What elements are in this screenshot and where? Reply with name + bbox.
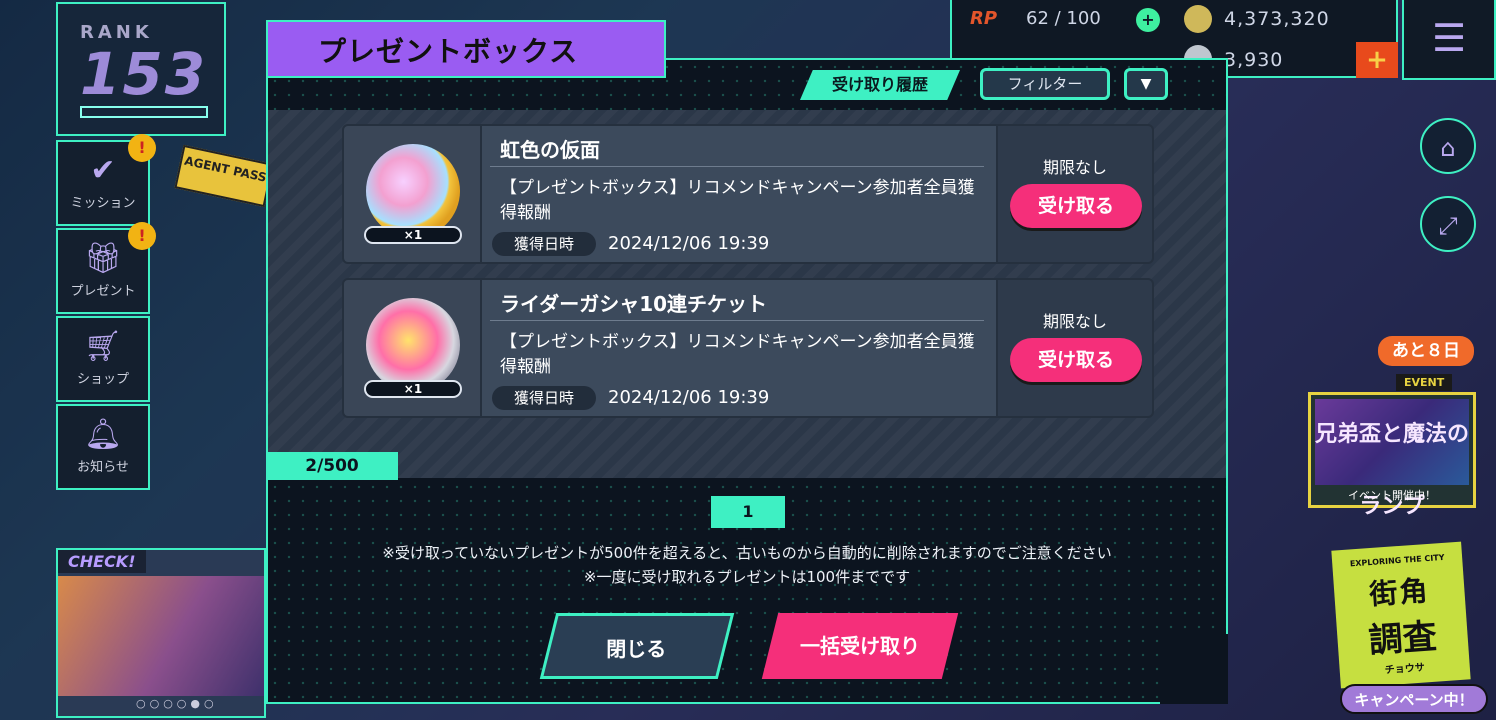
- note-receive-limit: ※一度に受け取れるプレゼントは100件までです: [583, 568, 911, 586]
- item-icon-box: ×1: [342, 124, 482, 264]
- item-actions: 期限なし 受け取る: [996, 278, 1154, 418]
- alert-badge: !: [128, 222, 156, 250]
- alert-badge: !: [128, 134, 156, 162]
- item-quantity: ×1: [364, 380, 462, 398]
- expiry-label: 期限なし: [1042, 312, 1107, 331]
- mask-icon: [366, 144, 460, 238]
- close-button[interactable]: 閉じる: [539, 613, 735, 679]
- rp-value: 62 / 100: [1026, 8, 1101, 29]
- close-button-label: 閉じる: [606, 637, 667, 661]
- history-button[interactable]: 受け取り履歴: [800, 70, 960, 100]
- receive-button[interactable]: 受け取る: [1010, 338, 1142, 382]
- item-description: 【プレゼントボックス】リコメンドキャンペーン参加者全員獲得報酬: [500, 178, 975, 223]
- divider: [490, 320, 984, 321]
- list-item: ×1 虹色の仮面 【プレゼントボックス】リコメンドキャンペーン参加者全員獲得報酬…: [342, 124, 1154, 264]
- event-title: 兄弟盃と魔法のランプ: [1315, 399, 1469, 519]
- carousel-dots[interactable]: ○○○○●○: [136, 697, 218, 710]
- gem-plus-button[interactable]: +: [1356, 42, 1398, 78]
- bell-icon: 🔔︎: [83, 417, 123, 452]
- cart-icon: 🛒︎: [83, 329, 123, 364]
- city-campaign-banner[interactable]: EXPLORING THE CITY 街角 調査 チョウサ: [1331, 541, 1471, 689]
- page-number[interactable]: 1: [711, 496, 785, 528]
- sort-dropdown-button[interactable]: ▼: [1124, 68, 1168, 100]
- item-quantity: ×1: [364, 226, 462, 244]
- sidebar-item-shop[interactable]: 🛒︎ ショップ: [56, 316, 150, 402]
- date-label: 獲得日時: [492, 386, 596, 410]
- home-settings-icon[interactable]: ⌂: [1420, 118, 1476, 174]
- expand-icon[interactable]: ⤢: [1420, 196, 1476, 252]
- sidebar-item-news[interactable]: 🔔︎ お知らせ: [56, 404, 150, 490]
- modal-title-tab: プレゼントボックス: [266, 20, 666, 78]
- menu-icon[interactable]: ☰: [1402, 0, 1496, 80]
- sidebar-item-mission[interactable]: ✔ ミッション !: [56, 134, 156, 226]
- gem-value: 3,930: [1224, 49, 1284, 71]
- date-label: 獲得日時: [492, 232, 596, 256]
- list-item: ×1 ライダーガシャ10連チケット 【プレゼントボックス】リコメンドキャンペーン…: [342, 278, 1154, 418]
- event-banner[interactable]: 兄弟盃と魔法のランプ イベント開催中！: [1308, 392, 1476, 519]
- present-count: 2/500: [266, 452, 398, 480]
- ticket-icon: [366, 298, 460, 392]
- rank-panel: RANK 153: [56, 2, 226, 136]
- sidebar-item-label: ミッション: [70, 196, 136, 211]
- item-name: 虹色の仮面: [500, 138, 600, 162]
- sidebar-item-present[interactable]: 🎁︎ プレゼント !: [56, 222, 156, 314]
- date-value: 2024/12/06 19:39: [608, 233, 770, 254]
- expiry-label: 期限なし: [1042, 158, 1107, 177]
- item-icon-box: ×1: [342, 278, 482, 418]
- rp-plus-button[interactable]: +: [1136, 8, 1160, 32]
- sidebar-item-label: プレゼント: [70, 284, 136, 299]
- modal-corner-notch: [1160, 634, 1228, 704]
- rank-value: 153: [80, 40, 208, 108]
- campaign-badge[interactable]: キャンペーン中！: [1340, 684, 1488, 714]
- item-actions: 期限なし 受け取る: [996, 124, 1154, 264]
- coin-value: 4,373,320: [1224, 8, 1330, 30]
- banner-art: [58, 576, 264, 696]
- bulk-receive-button[interactable]: 一括受け取り: [761, 613, 959, 679]
- item-details: 虹色の仮面 【プレゼントボックス】リコメンドキャンペーン参加者全員獲得報酬 獲得…: [482, 124, 996, 264]
- sidebar-item-label: お知らせ: [77, 460, 129, 475]
- note-auto-delete: ※受け取っていないプレゼントが500件を超えると、古いものから自動的に削除されま…: [382, 544, 1112, 562]
- event-countdown: あと８日: [1378, 336, 1474, 366]
- event-status: イベント開催中！: [1348, 489, 1436, 502]
- rp-label: RP: [970, 8, 998, 29]
- sidebar-item-label: ショップ: [76, 372, 129, 387]
- bulk-receive-label: 一括受け取り: [800, 634, 920, 658]
- date-value: 2024/12/06 19:39: [608, 387, 770, 408]
- modal-title: プレゼントボックス: [318, 35, 579, 68]
- filter-button[interactable]: フィルター: [980, 68, 1110, 100]
- item-details: ライダーガシャ10連チケット 【プレゼントボックス】リコメンドキャンペーン参加者…: [482, 278, 996, 418]
- divider: [490, 166, 984, 167]
- item-name: ライダーガシャ10連チケット: [500, 292, 768, 316]
- event-label: EVENT: [1396, 374, 1453, 391]
- item-description: 【プレゼントボックス】リコメンドキャンペーン参加者全員獲得報酬: [500, 332, 975, 377]
- check-banner[interactable]: CHECK! ○○○○●○: [56, 548, 266, 718]
- coin-icon: [1184, 5, 1212, 33]
- rank-progress-bar: [80, 106, 208, 118]
- check-label: CHECK!: [58, 550, 146, 573]
- receive-button[interactable]: 受け取る: [1010, 184, 1142, 228]
